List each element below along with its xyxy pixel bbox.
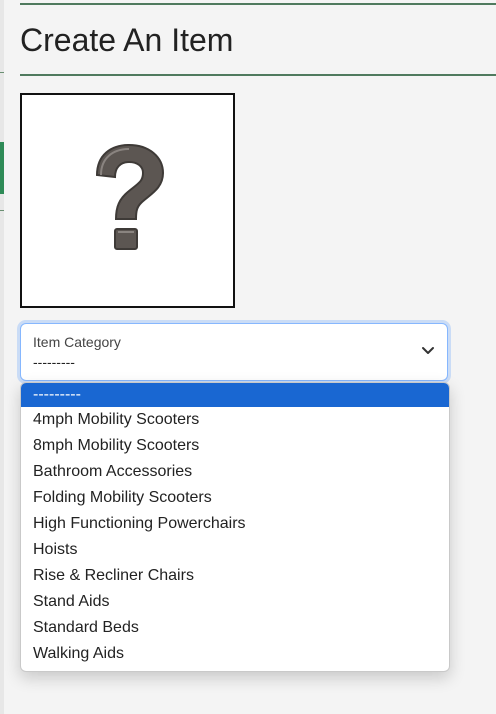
sidebar-divider [0, 72, 4, 73]
item-category-value: --------- [33, 354, 75, 370]
option-bathroom-accessories[interactable]: Bathroom Accessories [21, 459, 449, 485]
question-mark-icon [95, 143, 164, 250]
item-category-select[interactable]: Item Category --------- [20, 323, 448, 381]
page: Create An Item Item Category --------- -… [0, 0, 496, 714]
item-category-label: Item Category [33, 334, 121, 350]
option-none[interactable]: --------- [21, 383, 449, 407]
item-category-dropdown: --------- 4mph Mobility Scooters 8mph Mo… [20, 382, 450, 672]
option-rise-recliner-chairs[interactable]: Rise & Recliner Chairs [21, 563, 449, 589]
sidebar-active-indicator[interactable] [0, 142, 4, 194]
option-standard-beds[interactable]: Standard Beds [21, 615, 449, 641]
option-folding-mobility-scooters[interactable]: Folding Mobility Scooters [21, 485, 449, 511]
option-walking-aids[interactable]: Walking Aids [21, 641, 449, 667]
option-4mph-mobility-scooters[interactable]: 4mph Mobility Scooters [21, 407, 449, 433]
top-divider [20, 3, 496, 5]
sidebar-edge [0, 0, 4, 714]
option-hoists[interactable]: Hoists [21, 537, 449, 563]
item-image-placeholder[interactable] [20, 93, 235, 308]
sidebar-divider [0, 210, 4, 211]
chevron-down-icon [422, 347, 434, 354]
option-high-functioning-powerchairs[interactable]: High Functioning Powerchairs [21, 511, 449, 537]
option-stand-aids[interactable]: Stand Aids [21, 589, 449, 615]
title-divider [20, 74, 496, 76]
page-title: Create An Item [20, 22, 234, 58]
option-8mph-mobility-scooters[interactable]: 8mph Mobility Scooters [21, 433, 449, 459]
